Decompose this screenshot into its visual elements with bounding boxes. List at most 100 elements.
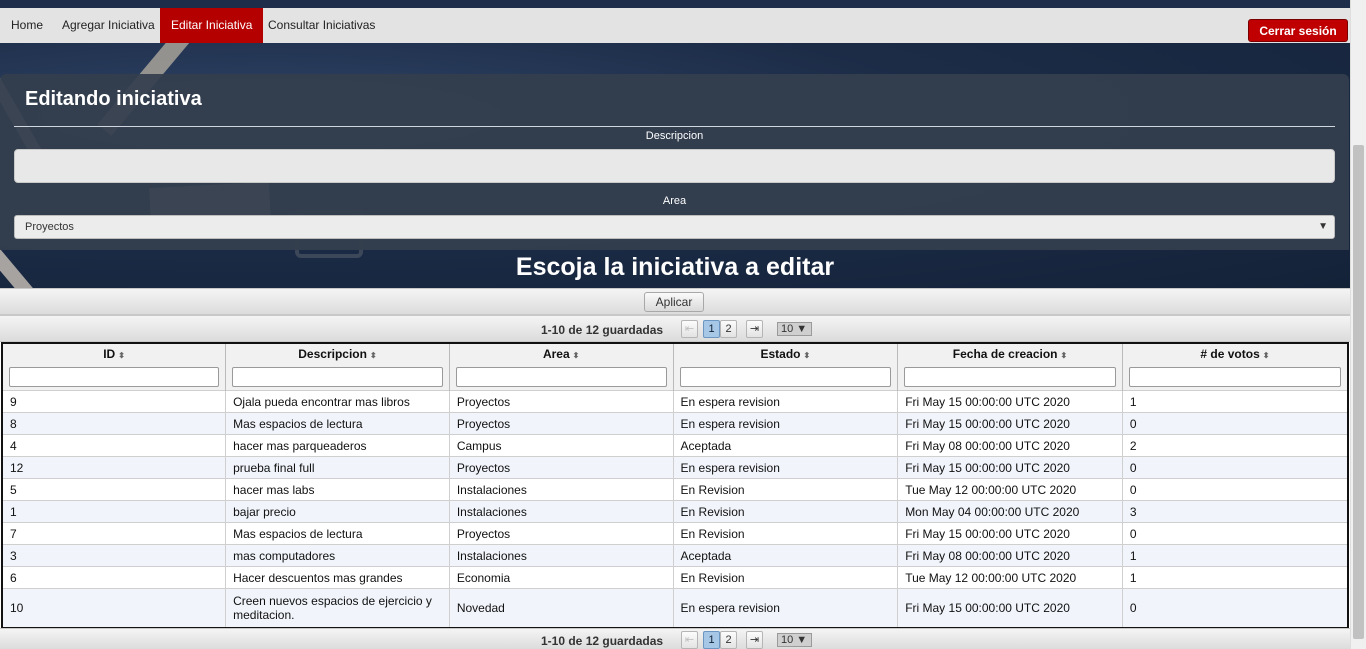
scrollbar-thumb[interactable] <box>1353 145 1364 639</box>
table-cell: hacer mas labs <box>225 478 450 501</box>
page-2-button[interactable]: 2 <box>720 320 737 338</box>
table-cell: Fri May 15 00:00:00 UTC 2020 <box>897 588 1123 629</box>
table-cell: En espera revision <box>672 588 899 629</box>
nav-consultar-iniciativas[interactable]: Consultar Iniciativas <box>257 8 386 43</box>
col-header-fecha[interactable]: Fecha de creacion ⬍ <box>897 343 1123 364</box>
vertical-scrollbar[interactable] <box>1350 0 1366 649</box>
panel-title: Editando iniciativa <box>25 88 202 110</box>
nav-agregar-iniciativa[interactable]: Agregar Iniciativa <box>51 8 166 43</box>
table-cell: Ojala pueda encontrar mas libros <box>225 390 450 413</box>
table-cell: 5 <box>1 478 227 501</box>
table-cell: 1 <box>1121 566 1349 589</box>
table-cell: prueba final full <box>225 456 450 479</box>
filter-row <box>1 364 1349 391</box>
rows-per-page-select[interactable]: 10 ▼ <box>777 322 812 336</box>
table-row[interactable]: 1 bajar precio Instalaciones En Revision Mon… <box>1 500 1349 523</box>
area-label: Area <box>662 195 687 207</box>
table-cell: Instalaciones <box>448 544 674 567</box>
table-cell: 8 <box>1 412 227 435</box>
area-select[interactable]: Proyectos ▼ <box>14 215 1335 239</box>
table-row[interactable]: 12 prueba final full Proyectos En espera re… <box>1 456 1349 479</box>
table-cell: En espera revision <box>672 390 899 413</box>
pager-count-bottom: 1-10 de 12 guardadas <box>541 634 664 648</box>
table-cell: Fri May 08 00:00:00 UTC 2020 <box>897 434 1123 457</box>
table-cell: En Revision <box>672 566 899 589</box>
table-row[interactable]: 9 Ojala pueda encontrar mas libros Proyect… <box>1 390 1349 413</box>
table-cell: Mon May 04 00:00:00 UTC 2020 <box>897 500 1123 523</box>
table-cell: En Revision <box>672 500 899 523</box>
table-cell: Proyectos <box>448 456 674 479</box>
top-strip <box>0 0 1350 8</box>
table-cell: 6 <box>1 566 227 589</box>
table-cell: 10 <box>1 588 227 629</box>
table-cell: Proyectos <box>448 522 674 545</box>
table-cell: 3 <box>1 544 227 567</box>
logout-button[interactable]: Cerrar sesión <box>1248 19 1348 42</box>
table-cell: Proyectos <box>448 390 674 413</box>
sort-icon[interactable]: ⬍ <box>1061 351 1068 360</box>
rows-per-page-select[interactable]: 10 ▼ <box>777 633 812 647</box>
table-cell: Economia <box>448 566 674 589</box>
table-cell: mas computadores <box>225 544 450 567</box>
table-row[interactable]: 4 hacer mas parqueaderos Campus Aceptada Fri… <box>1 434 1349 457</box>
filter-votos-input[interactable] <box>1128 367 1341 387</box>
rows-per-page-value: 10 <box>781 634 794 646</box>
sort-icon[interactable]: ⬍ <box>1263 351 1270 360</box>
table-cell: Fri May 15 00:00:00 UTC 2020 <box>897 412 1123 435</box>
filter-fecha-input[interactable] <box>904 367 1116 387</box>
descripcion-field[interactable] <box>14 149 1335 183</box>
col-header-id[interactable]: ID ⬍ <box>1 343 227 364</box>
col-header-descripcion[interactable]: Descripcion ⬍ <box>225 343 450 364</box>
initiatives-table: ID ⬍ Descripcion ⬍ Area ⬍ Estado ⬍ Fecha de … <box>1 342 1349 629</box>
table-row[interactable]: 10 Creen nuevos espacios de ejercicio y m… <box>1 588 1349 629</box>
page-1-button[interactable]: 1 <box>703 631 720 649</box>
sort-icon[interactable]: ⬍ <box>804 351 811 360</box>
last-page-icon[interactable]: ⇥ <box>746 631 763 649</box>
prev-page-icon[interactable]: ⇤ <box>681 631 698 649</box>
filter-area-input[interactable] <box>455 367 667 387</box>
table-cell: En espera revision <box>672 412 899 435</box>
table-row[interactable]: 6 Hacer descuentos mas grandes Economia En … <box>1 566 1349 589</box>
table-cell: bajar precio <box>225 500 450 523</box>
table-row[interactable]: 8 Mas espacios de lectura Proyectos En espe… <box>1 412 1349 435</box>
table-cell: 0 <box>1121 456 1349 479</box>
sort-icon[interactable]: ⬍ <box>370 351 377 360</box>
apply-button[interactable]: Aplicar <box>644 292 704 312</box>
nav-editar-iniciativa[interactable]: Editar Iniciativa <box>160 8 264 43</box>
table-cell: 7 <box>1 522 227 545</box>
table-cell: Fri May 15 00:00:00 UTC 2020 <box>897 456 1123 479</box>
page-1-button[interactable]: 1 <box>703 320 720 338</box>
top-nav: Home Agregar Iniciativa Editar Iniciativ… <box>0 8 1350 43</box>
table-cell: 1 <box>1121 544 1349 567</box>
table-cell: 0 <box>1121 588 1349 629</box>
prev-page-icon[interactable]: ⇤ <box>681 320 698 338</box>
table-cell: En Revision <box>672 478 899 501</box>
table-cell: 1 <box>1121 390 1349 413</box>
table-row[interactable]: 3 mas computadores Instalaciones Aceptada Fr… <box>1 544 1349 567</box>
col-header-votos[interactable]: # de votos ⬍ <box>1121 343 1349 364</box>
col-header-area[interactable]: Area ⬍ <box>448 343 674 364</box>
last-page-icon[interactable]: ⇥ <box>746 320 763 338</box>
filter-descripcion-input[interactable] <box>232 367 443 387</box>
filter-id-input[interactable] <box>9 367 220 387</box>
table-cell: Fri May 15 00:00:00 UTC 2020 <box>897 522 1123 545</box>
table-cell: Aceptada <box>672 544 899 567</box>
table-cell: 3 <box>1121 500 1349 523</box>
page-2-button[interactable]: 2 <box>720 631 737 649</box>
table-cell: En Revision <box>672 522 899 545</box>
table-row[interactable]: 7 Mas espacios de lectura Proyectos En Revi… <box>1 522 1349 545</box>
sort-icon[interactable]: ⬍ <box>118 351 125 360</box>
table-cell: Tue May 12 00:00:00 UTC 2020 <box>897 566 1123 589</box>
table-row[interactable]: 5 hacer mas labs Instalaciones En Revision T… <box>1 478 1349 501</box>
table-cell: Hacer descuentos mas grandes <box>225 566 450 589</box>
table-cell: Mas espacios de lectura <box>225 412 450 435</box>
table-cell: Campus <box>448 434 674 457</box>
filter-estado-input[interactable] <box>679 367 892 387</box>
nav-home[interactable]: Home <box>0 8 54 43</box>
sort-icon[interactable]: ⬍ <box>573 351 580 360</box>
col-header-estado[interactable]: Estado ⬍ <box>672 343 899 364</box>
divider <box>14 126 1335 127</box>
table-cell: Creen nuevos espacios de ejercicio y med… <box>225 588 450 629</box>
table-cell: Mas espacios de lectura <box>225 522 450 545</box>
pager-count: 1-10 de 12 guardadas <box>541 323 664 337</box>
